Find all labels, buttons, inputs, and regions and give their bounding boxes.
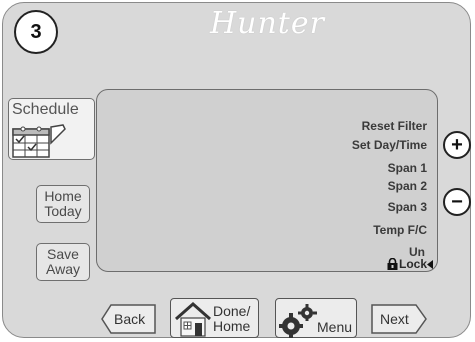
minus-icon: − <box>451 191 463 213</box>
home-today-line-1: Home <box>44 188 82 204</box>
schedule-label: Schedule <box>12 101 79 118</box>
plus-button[interactable]: + <box>443 131 471 159</box>
home-icon <box>173 301 213 337</box>
schedule-button[interactable]: Schedule <box>8 98 95 160</box>
menu-span-2[interactable]: Span 2 <box>388 179 427 193</box>
menu-span-1[interactable]: Span 1 <box>388 161 427 175</box>
menu-temp-f-c[interactable]: Temp F/C <box>373 223 427 237</box>
next-label: Next <box>380 311 409 327</box>
save-away-line-1: Save <box>47 246 79 262</box>
calendar-icon <box>11 123 69 159</box>
done-home-line-1: Done/ <box>213 303 251 319</box>
lcd-display: Reset Filter Set Day/Time Span 1 Span 2 … <box>96 89 438 272</box>
menu-reset-filter[interactable]: Reset Filter <box>362 119 427 133</box>
home-today-line-2: Today <box>44 203 82 219</box>
minus-button[interactable]: − <box>443 188 471 216</box>
plus-icon: + <box>451 134 463 156</box>
menu-span-3[interactable]: Span 3 <box>388 200 427 214</box>
menu-button[interactable]: Menu <box>275 298 357 338</box>
next-button[interactable]: Next <box>371 304 427 334</box>
step-number-badge: 3 <box>14 10 58 54</box>
brand-logo: Hunter <box>210 6 325 41</box>
padlock-icon <box>387 258 398 270</box>
back-label: Back <box>114 311 146 327</box>
menu-unlock[interactable]: Lock <box>387 257 433 271</box>
save-away-button[interactable]: Save Away <box>36 243 90 281</box>
done-home-line-2: Home <box>213 318 251 334</box>
gears-icon <box>278 302 318 338</box>
done-home-button[interactable]: Done/ Home <box>170 298 259 338</box>
save-away-line-2: Away <box>46 261 80 277</box>
menu-unlock-label: Lock <box>398 257 427 271</box>
selection-arrow-icon <box>427 259 433 269</box>
menu-set-day-time[interactable]: Set Day/Time <box>352 138 427 152</box>
step-number: 3 <box>30 20 42 43</box>
home-today-button[interactable]: Home Today <box>36 185 90 223</box>
menu-label: Menu <box>317 319 353 335</box>
back-button[interactable]: Back <box>101 304 157 334</box>
